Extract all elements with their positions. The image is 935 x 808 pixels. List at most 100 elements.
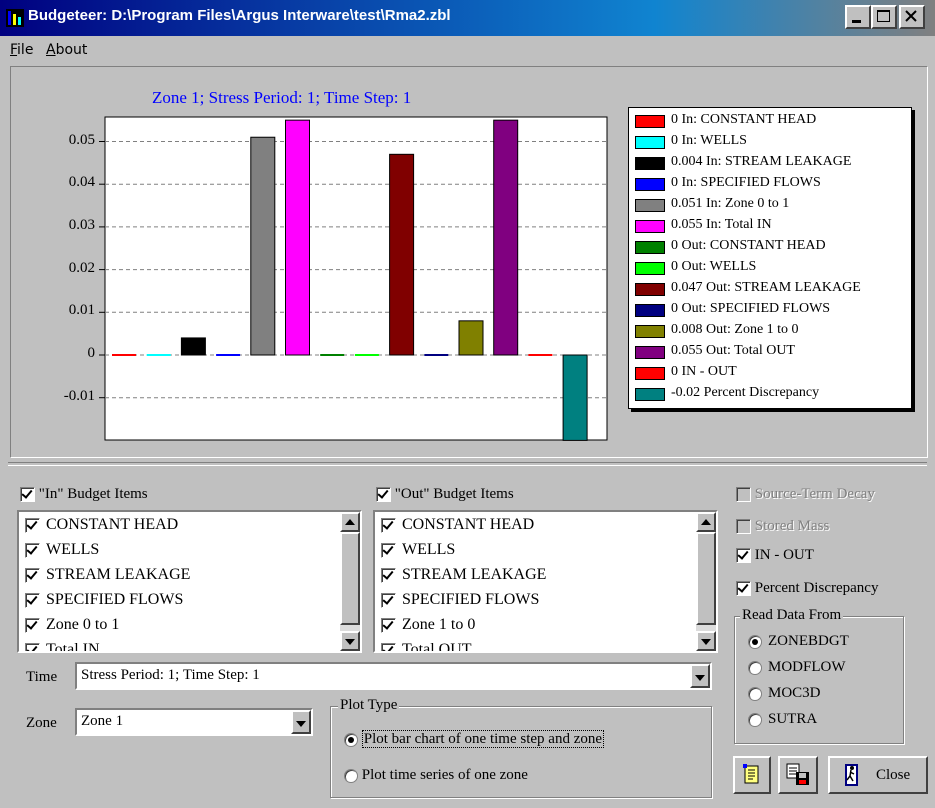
scroll-up-button[interactable] (340, 512, 360, 532)
plot-type-series-radio[interactable] (344, 768, 358, 783)
zone-select[interactable]: Zone 1 (75, 708, 313, 736)
list-item[interactable]: WELLS (25, 541, 99, 559)
time-dropdown-button[interactable] (690, 664, 710, 688)
scroll-thumb[interactable] (340, 532, 360, 625)
list-item-checkbox[interactable] (381, 567, 396, 583)
legend-swatch (635, 346, 665, 359)
list-item[interactable]: WELLS (381, 541, 455, 559)
read-data-radio[interactable] (748, 686, 762, 701)
list-item[interactable]: SPECIFIED FLOWS (25, 591, 183, 609)
list-item-checkbox[interactable] (381, 592, 396, 608)
bar-1 (146, 354, 171, 356)
list-item-checkbox[interactable] (381, 517, 396, 533)
read-data-option[interactable]: MOC3D (748, 685, 821, 702)
list-item[interactable]: CONSTANT HEAD (25, 516, 178, 534)
out-budget-checkbox[interactable] (376, 487, 391, 503)
zone-dropdown-button[interactable] (291, 710, 311, 734)
list-item-label: Total OUT (402, 641, 472, 653)
close-button[interactable]: Close (828, 756, 928, 794)
time-select[interactable]: Stress Period: 1; Time Step: 1 (75, 662, 712, 690)
bar-8 (389, 153, 415, 356)
percent-discrepancy-checkbox[interactable] (736, 581, 751, 597)
legend-swatch (635, 178, 665, 191)
read-data-option[interactable]: MODFLOW (748, 659, 846, 676)
bar-2 (180, 337, 206, 356)
in-budget-checkbox[interactable] (20, 487, 35, 503)
list-item-label: Zone 1 to 0 (402, 616, 476, 633)
in-budget-toggle[interactable]: "In" Budget Items (20, 486, 148, 503)
scroll-down-button[interactable] (696, 631, 716, 651)
list-item[interactable]: STREAM LEAKAGE (381, 566, 546, 584)
in-out-checkbox[interactable] (736, 548, 751, 564)
list-item[interactable]: Zone 1 to 0 (381, 616, 475, 634)
save-button[interactable] (778, 756, 818, 794)
read-data-radio[interactable] (748, 712, 762, 727)
stored-mass-checkbox (736, 519, 751, 535)
list-item[interactable]: SPECIFIED FLOWS (381, 591, 539, 609)
list-item-checkbox[interactable] (25, 617, 40, 633)
plot-type-bar-option[interactable]: Plot bar chart of one time step and zone (344, 730, 605, 748)
list-item[interactable]: Total IN (25, 641, 100, 651)
stored-mass-option: Stored Mass (736, 518, 829, 535)
legend-swatch (635, 388, 665, 401)
list-item-checkbox[interactable] (25, 592, 40, 608)
read-data-label: MOC3D (768, 685, 821, 701)
read-data-from-title: Read Data From (740, 607, 844, 624)
list-item-checkbox[interactable] (381, 617, 396, 633)
plot-type-bar-radio[interactable] (344, 732, 358, 747)
out-budget-toggle[interactable]: "Out" Budget Items (376, 486, 514, 503)
legend-swatch (635, 115, 665, 128)
legend-label: 0 Out: WELLS (671, 259, 757, 274)
out-budget-list[interactable]: CONSTANT HEAD WELLS STREAM LEAKAGE SPECIFIE… (373, 510, 718, 653)
y-tick-label: 0.04 (68, 174, 95, 191)
read-data-radio[interactable] (748, 660, 762, 675)
read-data-radio[interactable] (748, 634, 762, 649)
plot-area (104, 116, 608, 441)
chart-legend: 0 In: CONSTANT HEAD 0 In: WELLS 0.004 In: … (628, 107, 912, 409)
list-item[interactable]: CONSTANT HEAD (381, 516, 534, 534)
list-item[interactable]: Zone 0 to 1 (25, 616, 119, 634)
legend-swatch (635, 199, 665, 212)
bar-6 (320, 354, 345, 356)
scroll-up-button[interactable] (696, 512, 716, 532)
list-item-label: CONSTANT HEAD (402, 516, 535, 533)
scroll-thumb[interactable] (696, 532, 716, 625)
out-budget-scrollbar[interactable] (696, 512, 716, 651)
list-item[interactable]: Total OUT (381, 641, 472, 653)
read-data-label: MODFLOW (768, 659, 846, 675)
zone-value: Zone 1 (81, 713, 124, 729)
arrow-down-icon (701, 639, 711, 645)
in-budget-list[interactable]: CONSTANT HEAD WELLS STREAM LEAKAGE SPECIFIE… (17, 510, 362, 653)
legend-label: 0 In: SPECIFIED FLOWS (671, 175, 821, 190)
list-item-checkbox[interactable] (25, 567, 40, 583)
legend-label: 0.055 In: Total IN (671, 217, 772, 232)
list-item-label: WELLS (46, 541, 100, 558)
legend-swatch (635, 241, 665, 254)
legend-label: 0 In: CONSTANT HEAD (671, 112, 817, 127)
legend-swatch (635, 283, 665, 296)
legend-swatch (635, 304, 665, 317)
legend-swatch (635, 367, 665, 380)
list-item-checkbox[interactable] (25, 542, 40, 558)
list-item-checkbox[interactable] (381, 542, 396, 558)
list-item-checkbox[interactable] (25, 642, 40, 651)
list-item[interactable]: STREAM LEAKAGE (25, 566, 190, 584)
legend-label: -0.02 Percent Discrepancy (671, 385, 820, 400)
arrow-up-icon (701, 519, 711, 525)
list-item-label: STREAM LEAKAGE (46, 566, 191, 583)
plot-type-series-option[interactable]: Plot time series of one zone (344, 767, 528, 784)
list-item-checkbox[interactable] (25, 517, 40, 533)
copy-icon (743, 764, 759, 784)
in-out-option[interactable]: IN - OUT (736, 547, 814, 564)
copy-button[interactable] (733, 756, 771, 794)
scroll-down-button[interactable] (340, 631, 360, 651)
main-window: Budgeteer: D:\Program Files\Argus Interw… (0, 0, 935, 808)
in-out-label: IN - OUT (754, 547, 814, 563)
percent-discrepancy-option[interactable]: Percent Discrepancy (736, 580, 878, 597)
plot-type-series-label: Plot time series of one zone (361, 767, 528, 783)
list-item-checkbox[interactable] (381, 642, 396, 651)
read-data-option[interactable]: SUTRA (748, 711, 817, 728)
in-budget-scrollbar[interactable] (340, 512, 360, 651)
y-tick-label: 0.02 (68, 259, 95, 276)
read-data-option[interactable]: ZONEBDGT (748, 633, 849, 650)
